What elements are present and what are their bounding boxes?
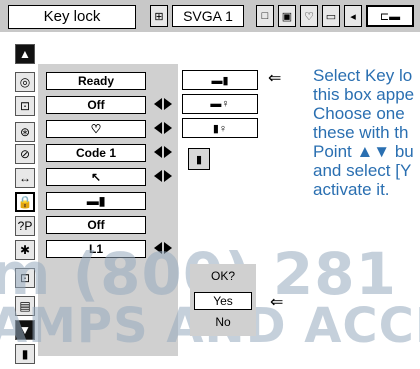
no-button[interactable]: No	[194, 314, 252, 332]
pin-lock-field[interactable]: Off	[46, 216, 146, 234]
sound-icon[interactable]: ◂	[344, 5, 362, 27]
pointer-icon: ↖	[90, 170, 102, 184]
ceiling-icon[interactable]: ⊘	[15, 144, 35, 164]
key-lock-field[interactable]: ▬▮	[46, 192, 146, 210]
remote-code-field[interactable]: Code 1	[46, 144, 146, 162]
confirm-dialog: OK? Yes No	[190, 264, 256, 336]
on-start-arrows[interactable]	[154, 98, 176, 112]
projector-icon: ▬▮	[86, 194, 106, 208]
option-remote-lock[interactable]: ▬♀	[182, 94, 258, 114]
help-description: Select Key lo this box appe Choose one t…	[313, 66, 415, 199]
power-management-arrows[interactable]	[154, 122, 176, 136]
pin-lock-icon[interactable]: ?P	[15, 216, 35, 236]
confirm-question: OK?	[194, 268, 252, 286]
color-icon[interactable]: ♡	[300, 5, 318, 27]
menu-title: Key lock	[8, 5, 136, 29]
yes-button[interactable]: Yes	[194, 292, 252, 310]
key-lock-icon[interactable]: 🔒	[15, 192, 35, 212]
option-unlock[interactable]: ▮♀	[182, 118, 258, 138]
power-management-icon[interactable]: ⊛	[15, 122, 35, 142]
top-menu-bar: Key lock ⊞ SVGA 1 □ ▣ ♡ ▭ ◂ ⊏▬	[0, 0, 420, 32]
rear-icon[interactable]: ↔	[15, 168, 35, 188]
option-exit[interactable]: ▮	[188, 148, 210, 170]
projector-osd-screen: Key lock ⊞ SVGA 1 □ ▣ ♡ ▭ ◂ ⊏▬ ▲ ◎ ⊡ ⊛ ⊘…	[0, 0, 420, 369]
lamp-status-icon[interactable]: ◎	[15, 72, 35, 92]
screen-icon[interactable]: □	[256, 5, 274, 27]
left-arrow-icon: ⇐	[268, 70, 282, 87]
pointer-field[interactable]: ↖	[46, 168, 146, 186]
signal-display: SVGA 1	[172, 5, 244, 27]
image-adjust-icon[interactable]: ▭	[322, 5, 340, 27]
remote-lock-icon: ▬♀	[210, 98, 230, 110]
scroll-up-icon[interactable]: ▲	[15, 44, 35, 64]
setting-icon[interactable]: ⊏▬	[366, 5, 414, 27]
bulb-icon: ♡	[90, 122, 102, 136]
exit-door-icon: ▮	[195, 153, 203, 166]
option-projector-lock[interactable]: ▬▮	[182, 70, 258, 90]
yes-pointer-arrow-icon: ⇐	[270, 294, 284, 311]
on-start-icon[interactable]: ⊡	[15, 96, 35, 116]
remote-code-arrows[interactable]	[154, 146, 176, 160]
lamp-status-field: Ready	[46, 72, 146, 90]
power-management-field[interactable]: ♡	[46, 120, 146, 138]
input-select-icon[interactable]: ⊞	[150, 5, 168, 27]
unlock-icon: ▮♀	[212, 122, 228, 135]
picture-icon[interactable]: ▣	[278, 5, 296, 27]
on-start-field[interactable]: Off	[46, 96, 146, 114]
projector-lock-icon: ▬▮	[211, 74, 229, 87]
pointer-arrows[interactable]	[154, 170, 176, 184]
